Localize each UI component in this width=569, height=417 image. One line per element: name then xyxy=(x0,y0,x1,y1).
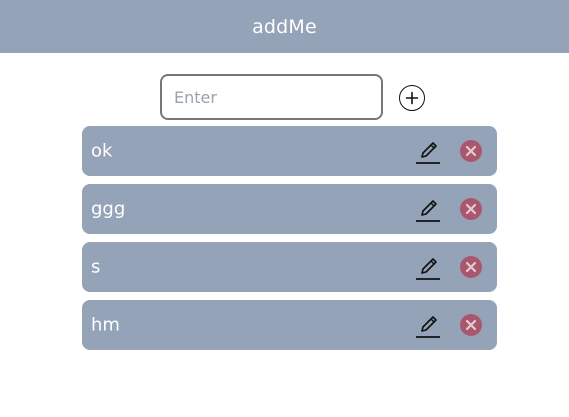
pencil-icon xyxy=(416,200,440,222)
app-header: addMe xyxy=(0,0,569,53)
x-circle-icon xyxy=(460,314,482,336)
pencil-icon xyxy=(416,142,440,164)
todo-text: hm xyxy=(91,314,120,336)
todo-item: s xyxy=(82,242,497,292)
delete-button[interactable] xyxy=(460,198,482,220)
edit-button[interactable] xyxy=(415,138,441,166)
todo-list: ok ggg s hm xyxy=(82,126,497,358)
todo-text: ggg xyxy=(91,198,126,220)
edit-button[interactable] xyxy=(415,196,441,224)
app-title: addMe xyxy=(252,15,317,38)
delete-button[interactable] xyxy=(460,256,482,278)
x-circle-icon xyxy=(460,140,482,162)
x-circle-icon xyxy=(460,198,482,220)
todo-item: ok xyxy=(82,126,497,176)
add-button[interactable] xyxy=(399,85,425,111)
edit-button[interactable] xyxy=(415,312,441,340)
pencil-icon xyxy=(416,316,440,338)
todo-text: s xyxy=(91,256,101,278)
todo-text: ok xyxy=(91,140,113,162)
delete-button[interactable] xyxy=(460,140,482,162)
todo-item: hm xyxy=(82,300,497,350)
todo-input[interactable] xyxy=(160,74,383,120)
x-circle-icon xyxy=(460,256,482,278)
add-todo-row xyxy=(0,74,569,121)
pencil-icon xyxy=(416,258,440,280)
edit-button[interactable] xyxy=(415,254,441,282)
todo-item: ggg xyxy=(82,184,497,234)
delete-button[interactable] xyxy=(460,314,482,336)
plus-circle-icon xyxy=(405,91,419,105)
